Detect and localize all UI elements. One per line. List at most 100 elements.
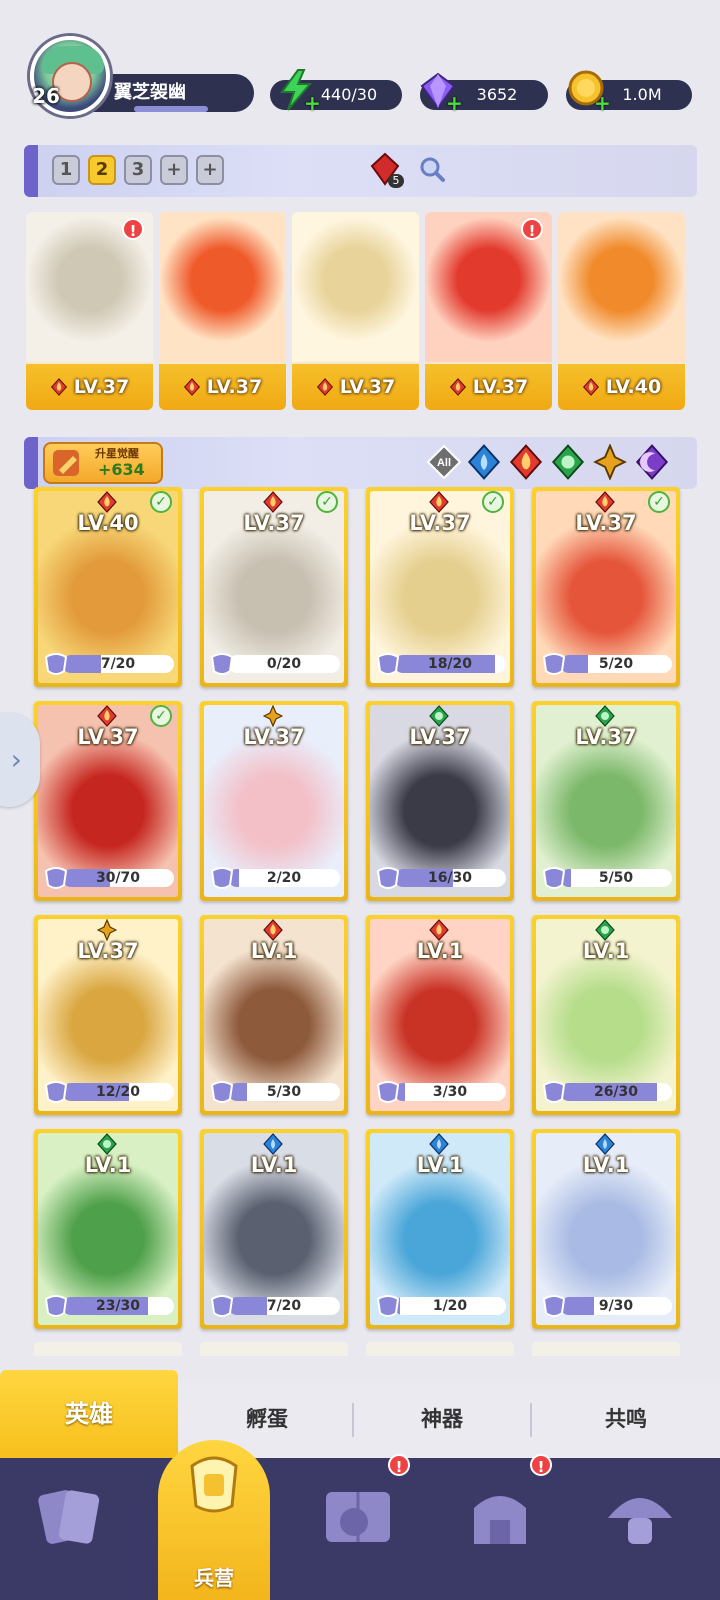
hero-level: LV.40: [77, 511, 139, 535]
shard-icon: [208, 651, 236, 677]
fire-element-icon: [50, 367, 68, 396]
filter-water-icon[interactable]: [466, 444, 502, 480]
add-energy-icon[interactable]: +: [304, 93, 321, 113]
coin-icon[interactable]: +: [564, 68, 611, 113]
shard-progress: 5/30: [228, 1083, 340, 1101]
tab-heroes[interactable]: 英雄: [0, 1370, 178, 1458]
hero-card[interactable]: LV.1 23/30: [34, 1129, 182, 1329]
mushroom-icon[interactable]: [600, 1478, 680, 1558]
shard-count: 1/20: [432, 1298, 468, 1314]
temple-icon[interactable]: [460, 1478, 540, 1558]
add-coin-icon[interactable]: +: [594, 93, 611, 113]
hero-level: LV.1: [250, 939, 298, 963]
player-name-text: 翼芝袈幽: [114, 82, 186, 103]
hero-level: LV.1: [582, 939, 630, 963]
shard-count: 7/20: [266, 1298, 302, 1314]
hero-card[interactable]: LV.1 7/20: [200, 1129, 348, 1329]
map-alert-badge: !: [388, 1454, 410, 1476]
hero-card[interactable]: LV.37 12/20: [34, 915, 182, 1115]
shard-icon: [374, 1293, 402, 1319]
shard-progress: 18/20: [394, 655, 506, 673]
team-member-level-bar: LV.37: [425, 364, 552, 410]
team-tab-3[interactable]: 3: [124, 155, 152, 185]
shard-progress: 12/20: [62, 1083, 174, 1101]
hero-card[interactable]: ✓ LV.37 30/70: [34, 701, 182, 901]
team-member-card[interactable]: LV.37: [26, 212, 153, 410]
team-alert-badge: !: [122, 218, 144, 240]
shard-count: 18/20: [427, 656, 473, 672]
team-tab-1[interactable]: 1: [52, 155, 80, 185]
hero-level: LV.37: [77, 939, 139, 963]
tab-resonance[interactable]: 共鸣: [532, 1380, 720, 1458]
shard-count: 5/30: [266, 1084, 302, 1100]
team-alert-badge: !: [521, 218, 543, 240]
shard-count: 7/20: [100, 656, 136, 672]
hero-card[interactable]: LV.1 3/30: [366, 915, 514, 1115]
shard-progress: 5/20: [560, 655, 672, 673]
add-gem-icon[interactable]: +: [446, 93, 463, 113]
hero-card-partial: [366, 1342, 514, 1356]
shard-icon: [208, 1079, 236, 1105]
temple-alert-badge: !: [530, 1454, 552, 1476]
player-level: 26: [32, 84, 60, 108]
fire-element-icon: [97, 705, 117, 727]
team-tab-2[interactable]: 2: [88, 155, 116, 185]
team-member-card[interactable]: LV.37: [292, 212, 419, 410]
hero-card[interactable]: LV.37 16/30: [366, 701, 514, 901]
team-member-card[interactable]: LV.40: [558, 212, 685, 410]
map-book-icon[interactable]: [318, 1478, 398, 1558]
shard-icon: [42, 651, 70, 677]
hero-card[interactable]: LV.37 2/20: [200, 701, 348, 901]
team-member-card[interactable]: LV.37: [159, 212, 286, 410]
barracks-icon[interactable]: [174, 1446, 254, 1526]
shard-progress: 2/20: [228, 869, 340, 887]
team-member-level: LV.37: [472, 376, 529, 398]
shard-count: 0/20: [266, 656, 302, 672]
hero-card[interactable]: LV.37 5/50: [532, 701, 680, 901]
hero-card[interactable]: LV.1 9/30: [532, 1129, 680, 1329]
filter-fire-icon[interactable]: [508, 444, 544, 480]
hero-level: LV.37: [243, 511, 305, 535]
hero-portrait: [292, 212, 419, 362]
hero-card[interactable]: ✓ LV.37 18/20: [366, 487, 514, 687]
hero-card[interactable]: LV.1 26/30: [532, 915, 680, 1115]
search-icon[interactable]: [418, 155, 446, 183]
hero-level: LV.37: [575, 725, 637, 749]
filter-all[interactable]: All: [426, 444, 462, 480]
cards-icon[interactable]: [30, 1478, 110, 1558]
team-tab-add-1[interactable]: +: [160, 155, 188, 185]
team-member-level-bar: LV.37: [159, 364, 286, 410]
team-member-card[interactable]: LV.37: [425, 212, 552, 410]
shard-count: 2/20: [266, 870, 302, 886]
filter-dark-icon[interactable]: [634, 444, 670, 480]
team-member-level-bar: LV.37: [292, 364, 419, 410]
tab-artifacts[interactable]: 神器: [354, 1380, 530, 1458]
hero-level: LV.37: [77, 725, 139, 749]
team-tab-add-2[interactable]: +: [196, 155, 224, 185]
shard-progress: 7/20: [228, 1297, 340, 1315]
shard-icon: [42, 1293, 70, 1319]
shard-count: 5/50: [598, 870, 634, 886]
filter-all-label: All: [437, 457, 451, 469]
fire-element-icon: [263, 491, 283, 513]
diamond-icon[interactable]: +: [416, 68, 463, 113]
shard-icon: [374, 1079, 402, 1105]
fire-element-icon: [595, 491, 615, 513]
hero-portrait: [159, 212, 286, 362]
hero-card[interactable]: LV.1 1/20: [366, 1129, 514, 1329]
shard-icon: [540, 1079, 568, 1105]
hero-card[interactable]: ✓ LV.40 7/20: [34, 487, 182, 687]
water-element-icon: [595, 1133, 615, 1155]
filter-light-icon[interactable]: [592, 443, 628, 481]
energy-icon[interactable]: +: [274, 68, 321, 113]
shard-count: 5/20: [598, 656, 634, 672]
gem-value: 3652: [476, 85, 518, 104]
hero-card[interactable]: ✓ LV.37 5/20: [532, 487, 680, 687]
hero-card-partial: [200, 1342, 348, 1356]
fire-element-icon: [263, 919, 283, 941]
shard-icon: [374, 651, 402, 677]
hero-card[interactable]: LV.1 5/30: [200, 915, 348, 1115]
hero-card[interactable]: ✓ LV.37 0/20: [200, 487, 348, 687]
side-expand-button[interactable]: ›: [0, 713, 40, 807]
filter-wind-icon[interactable]: [550, 444, 586, 480]
